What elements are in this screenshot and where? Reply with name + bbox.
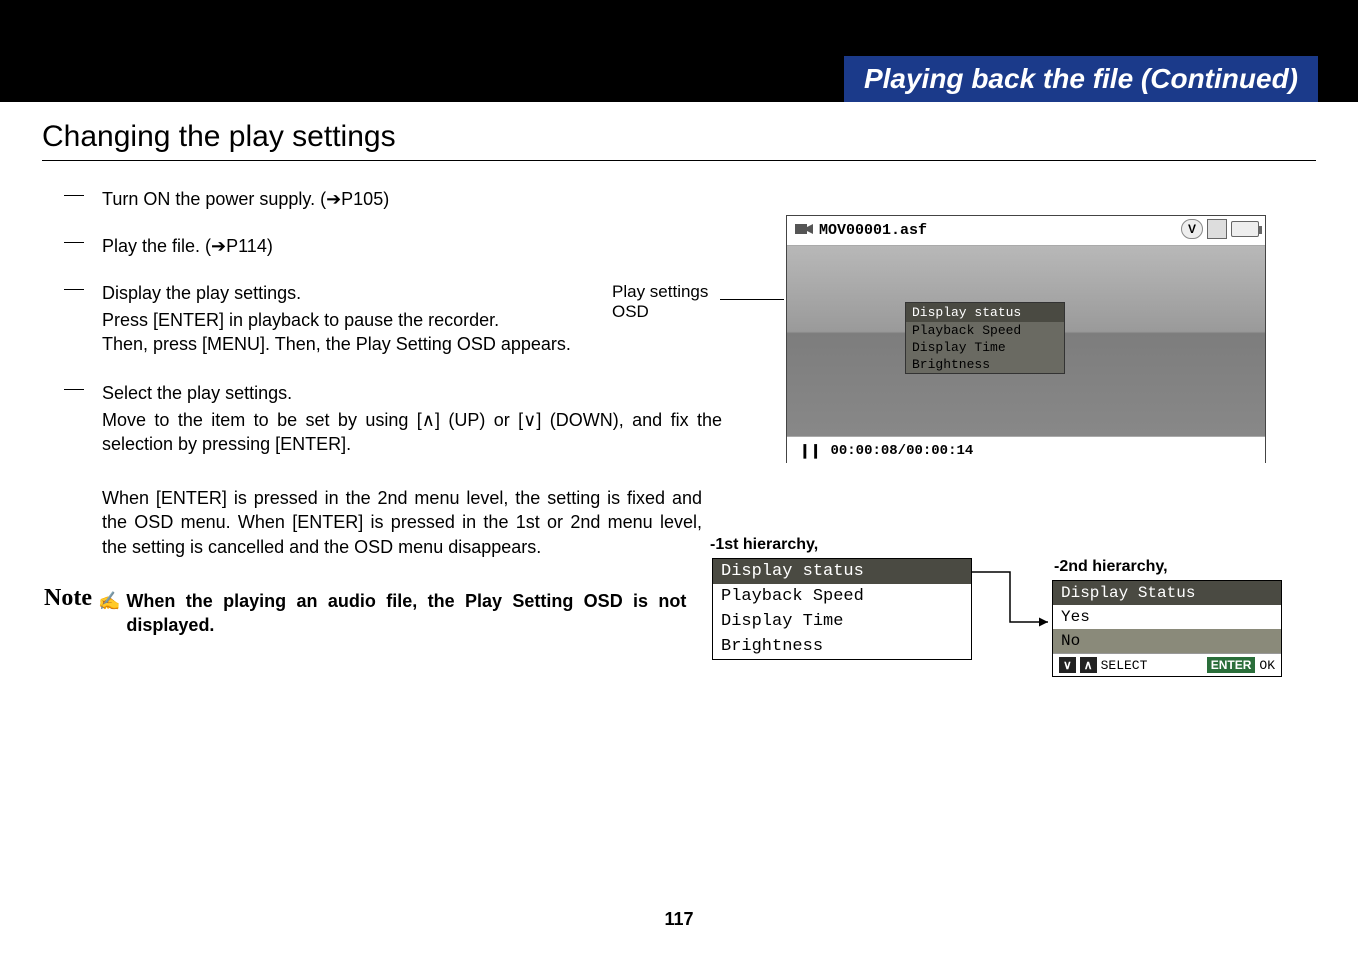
hierarchy1-menu: Display status Playback Speed Display Ti… [712,558,972,660]
step-4: Select the play settings. Move to the it… [102,383,722,457]
enter-key-icon: ENTER [1207,657,1256,673]
note-text: When the playing an audio file, the Play… [126,589,686,638]
battery-icon [1231,221,1259,237]
playback-screenshot: MOV00001.asf V Display status Playback S… [786,215,1266,463]
screenshot-timecode: 00:00:08/00:00:14 [830,443,973,459]
hierarchy2-option: Yes [1053,605,1281,629]
step-marker [64,195,84,196]
step-marker [64,289,84,290]
connector-arrow [970,570,1054,660]
top-black-band [0,0,1358,56]
select-label: SELECT [1101,658,1148,673]
down-key-icon: ∨ [1059,657,1076,673]
hierarchy1-item: Brightness [713,634,971,659]
play-settings-callout-l1: Play settings [612,282,708,302]
hierarchy2-menu: Display Status Yes No ∨ ∧ SELECT ENTER O… [1052,580,1282,677]
hierarchy1-label: -1st hierarchy, [710,536,818,554]
hierarchy2-title: Display Status [1053,581,1281,605]
callout-leader-line [720,299,784,300]
osd-menu: Display status Playback Speed Display Ti… [905,302,1065,374]
step-5-body: When [ENTER] is pressed in the 2nd menu … [102,486,702,559]
step-2-text: Play the file. (➔P114) [102,236,702,257]
screenshot-bottom-bar: ❙❙ 00:00:08/00:00:14 [787,436,1265,464]
v-badge-icon: V [1181,219,1203,239]
screenshot-filename: MOV00001.asf [819,222,927,239]
play-settings-callout: Play settings OSD [612,282,708,322]
section-title: Changing the play settings [42,120,1316,161]
osd-menu-item: Playback Speed [906,322,1064,339]
step-1-text: Turn ON the power supply. (➔P105) [102,189,702,210]
ok-label: OK [1259,658,1275,673]
page-header-title: Playing back the file (Continued) [844,56,1318,102]
step-4-head: Select the play settings. [102,383,722,404]
hierarchy2-option-selected: No [1053,629,1281,653]
note-label: Note [44,585,92,612]
osd-menu-item: Brightness [906,356,1064,373]
screenshot-video-area: Display status Playback Speed Display Ti… [787,246,1265,436]
step-marker [64,242,84,243]
hand-icon: ✍ [98,591,120,612]
play-settings-callout-l2: OSD [612,302,708,322]
hierarchy2-footer: ∨ ∧ SELECT ENTER OK [1053,653,1281,676]
screenshot-status-icons: V [1181,219,1259,239]
pause-icon: ❙❙ [799,442,820,459]
screenshot-top-bar: MOV00001.asf V [787,216,1265,246]
hierarchy1-item: Playback Speed [713,584,971,609]
osd-menu-title: Display status [906,303,1064,322]
step-2: Play the file. (➔P114) [102,236,702,257]
step-4-body: Move to the item to be set by using [∧] … [102,408,722,457]
title-band: Playing back the file (Continued) [0,56,1358,102]
sd-card-icon [1207,219,1227,239]
osd-menu-item: Display Time [906,339,1064,356]
camera-icon [795,222,813,239]
up-key-icon: ∧ [1080,657,1097,673]
hierarchy2-label: -2nd hierarchy, [1054,558,1168,576]
step-5: When [ENTER] is pressed in the 2nd menu … [102,486,702,559]
step-1: Turn ON the power supply. (➔P105) [102,189,702,210]
step-marker [64,389,84,390]
hierarchy1-item-selected: Display status [713,559,971,584]
hierarchy1-item: Display Time [713,609,971,634]
page-number: 117 [0,909,1358,930]
